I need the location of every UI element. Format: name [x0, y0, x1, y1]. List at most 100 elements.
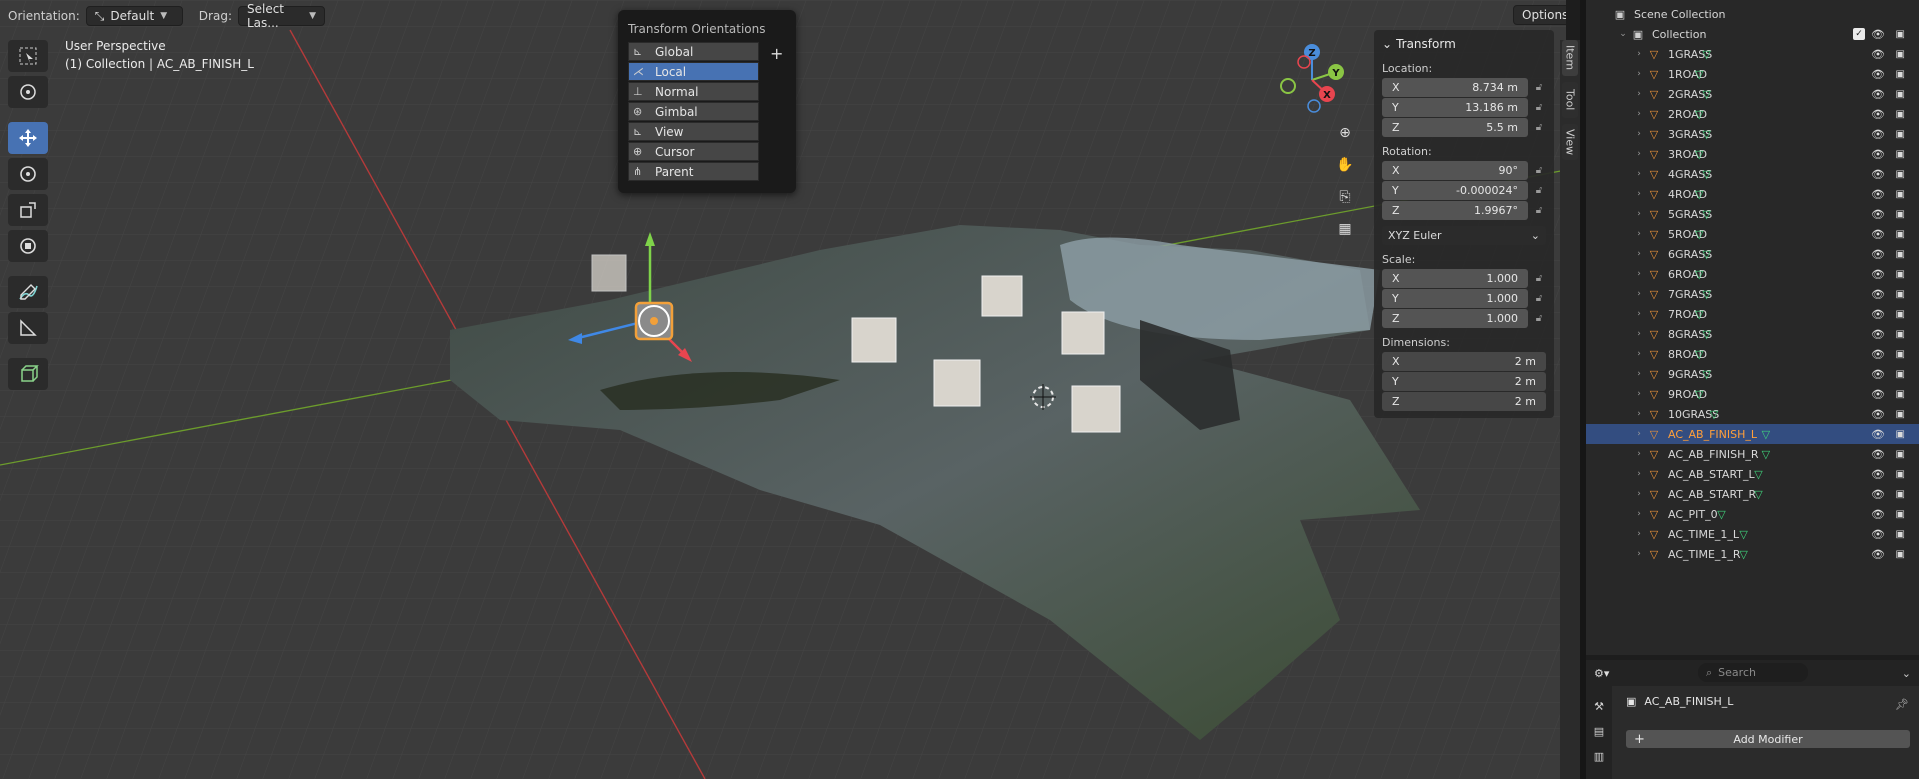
outliner-item[interactable]: › ▽ 2ROAD ▽ 👁︎ ▣: [1586, 104, 1919, 124]
search-input[interactable]: ⌕ Search: [1698, 663, 1808, 682]
mesh-data-icon[interactable]: ▽: [1695, 268, 1703, 281]
chevron-right-icon[interactable]: ›: [1632, 529, 1646, 539]
measure-icon[interactable]: [8, 312, 48, 344]
eye-icon[interactable]: 👁︎: [1871, 108, 1885, 121]
mesh-data-icon[interactable]: ▽: [1695, 108, 1703, 121]
mesh-data-icon[interactable]: ▽: [1754, 468, 1762, 481]
eye-icon[interactable]: 👁︎: [1871, 428, 1885, 441]
collection-row[interactable]: ⌄ ▣ Collection ✓ 👁︎ ▣: [1586, 24, 1919, 44]
chevron-right-icon[interactable]: ›: [1632, 69, 1646, 79]
camera-icon[interactable]: ▣: [1896, 449, 1905, 460]
camera-icon[interactable]: ▣: [1896, 429, 1905, 440]
3d-viewport[interactable]: Orientation: ⤡ Default ▼ Drag: Select La…: [0, 0, 1566, 779]
camera-icon[interactable]: ▣: [1896, 209, 1905, 220]
orientation-view[interactable]: ⊾ View: [628, 122, 759, 141]
orientation-cursor[interactable]: ⊕ Cursor: [628, 142, 759, 161]
chevron-right-icon[interactable]: ›: [1632, 469, 1646, 479]
camera-icon[interactable]: ▣: [1896, 109, 1905, 120]
eye-icon[interactable]: 👁︎: [1871, 148, 1885, 161]
outliner-item[interactable]: › ▽ 2GRASS ▽ 👁︎ ▣: [1586, 84, 1919, 104]
outliner-item[interactable]: › ▽ AC_AB_FINISH_R ▽ 👁︎ ▣: [1586, 444, 1919, 464]
chevron-right-icon[interactable]: ›: [1632, 129, 1646, 139]
outliner-item[interactable]: › ▽ 4ROAD ▽ 👁︎ ▣: [1586, 184, 1919, 204]
eye-icon[interactable]: 👁︎: [1871, 488, 1885, 501]
outliner-item[interactable]: › ▽ 4GRASS ▽ 👁︎ ▣: [1586, 164, 1919, 184]
mesh-data-icon[interactable]: ▽: [1717, 508, 1725, 521]
mesh-data-icon[interactable]: ▽: [1702, 208, 1710, 221]
outliner-item[interactable]: › ▽ 5GRASS ▽ 👁︎ ▣: [1586, 204, 1919, 224]
eye-icon[interactable]: 👁︎: [1871, 248, 1885, 261]
eye-icon[interactable]: 👁︎: [1871, 328, 1885, 341]
camera-icon[interactable]: ▣: [1896, 489, 1905, 500]
orientation-normal[interactable]: ⊥ Normal: [628, 82, 759, 101]
perspective-grid-icon[interactable]: ▦: [1330, 214, 1360, 244]
mesh-data-icon[interactable]: ▽: [1695, 68, 1703, 81]
mesh-data-icon[interactable]: ▽: [1739, 528, 1747, 541]
orientation-gimbal[interactable]: ⊛ Gimbal: [628, 102, 759, 121]
scale-icon[interactable]: [8, 194, 48, 226]
lock-icon[interactable]: 🔓︎: [1532, 102, 1546, 113]
eye-icon[interactable]: 👁︎: [1871, 308, 1885, 321]
chevron-right-icon[interactable]: ›: [1632, 389, 1646, 399]
mesh-data-icon[interactable]: ▽: [1702, 88, 1710, 101]
camera-view-icon[interactable]: ⎘: [1330, 182, 1360, 212]
camera-icon[interactable]: ▣: [1896, 229, 1905, 240]
outliner-item[interactable]: › ▽ 6GRASS ▽ 👁︎ ▣: [1586, 244, 1919, 264]
outliner-item[interactable]: › ▽ 7GRASS ▽ 👁︎ ▣: [1586, 284, 1919, 304]
eye-icon[interactable]: 👁︎: [1871, 408, 1885, 421]
eye-icon[interactable]: 👁︎: [1871, 548, 1885, 561]
orientation-dropdown[interactable]: ⤡ Default ▼: [85, 6, 183, 26]
eye-icon[interactable]: 👁︎: [1871, 508, 1885, 521]
orientation-local[interactable]: ⋌ Local: [628, 62, 759, 81]
chevron-right-icon[interactable]: ›: [1632, 149, 1646, 159]
camera-icon[interactable]: ▣: [1896, 69, 1905, 80]
location-y-field[interactable]: Y 13.186 m: [1382, 98, 1528, 117]
mesh-data-icon[interactable]: ▽: [1695, 348, 1703, 361]
eye-icon[interactable]: 👁︎: [1871, 348, 1885, 361]
mesh-data-icon[interactable]: ▽: [1702, 248, 1710, 261]
chevron-right-icon[interactable]: ›: [1632, 49, 1646, 59]
location-x-field[interactable]: X 8.734 m: [1382, 78, 1528, 97]
add-cube-icon[interactable]: [8, 358, 48, 390]
mesh-data-icon[interactable]: ▽: [1702, 48, 1710, 61]
checkbox-icon[interactable]: ✓: [1853, 28, 1865, 40]
eye-icon[interactable]: 👁︎: [1871, 28, 1885, 41]
outliner-item[interactable]: › ▽ 1GRASS ▽ 👁︎ ▣: [1586, 44, 1919, 64]
lock-icon[interactable]: 🔓︎: [1532, 293, 1546, 304]
lock-icon[interactable]: 🔓︎: [1532, 82, 1546, 93]
tool-icon[interactable]: ⚒: [1594, 700, 1604, 713]
add-orientation-button[interactable]: +: [770, 44, 783, 63]
drag-dropdown[interactable]: Select Las... ▼: [237, 2, 325, 30]
eye-icon[interactable]: 👁︎: [1871, 188, 1885, 201]
camera-icon[interactable]: ▣: [1896, 169, 1905, 180]
camera-icon[interactable]: ▣: [1896, 129, 1905, 140]
tab-tool[interactable]: Tool: [1562, 82, 1578, 118]
eye-icon[interactable]: 👁︎: [1871, 388, 1885, 401]
camera-icon[interactable]: ▣: [1896, 149, 1905, 160]
lock-icon[interactable]: 🔓︎: [1532, 185, 1546, 196]
pin-icon[interactable]: 📌︎: [1895, 698, 1909, 711]
outliner-item[interactable]: › ▽ AC_AB_FINISH_L ▽ 👁︎ ▣: [1586, 424, 1919, 444]
mesh-data-icon[interactable]: ▽: [1695, 388, 1703, 401]
lock-icon[interactable]: 🔓︎: [1532, 313, 1546, 324]
rotation-mode-dropdown[interactable]: XYZ Euler ⌄: [1382, 226, 1546, 245]
outliner-item[interactable]: › ▽ 1ROAD ▽ 👁︎ ▣: [1586, 64, 1919, 84]
chevron-right-icon[interactable]: ›: [1632, 229, 1646, 239]
eye-icon[interactable]: 👁︎: [1871, 68, 1885, 81]
annotate-icon[interactable]: [8, 276, 48, 308]
eye-icon[interactable]: 👁︎: [1871, 468, 1885, 481]
scale-x-field[interactable]: X 1.000: [1382, 269, 1528, 288]
camera-icon[interactable]: ▣: [1896, 469, 1905, 480]
outliner-item[interactable]: › ▽ 9ROAD ▽ 👁︎ ▣: [1586, 384, 1919, 404]
chevron-right-icon[interactable]: ›: [1632, 249, 1646, 259]
chevron-right-icon[interactable]: ›: [1632, 89, 1646, 99]
eye-icon[interactable]: 👁︎: [1871, 208, 1885, 221]
eye-icon[interactable]: 👁︎: [1871, 168, 1885, 181]
mesh-data-icon[interactable]: ▽: [1754, 488, 1762, 501]
mesh-data-icon[interactable]: ▽: [1739, 548, 1747, 561]
mesh-data-icon[interactable]: ▽: [1702, 368, 1710, 381]
chevron-right-icon[interactable]: ›: [1632, 549, 1646, 559]
move-icon[interactable]: [8, 122, 48, 154]
camera-icon[interactable]: ▣: [1896, 329, 1905, 340]
eye-icon[interactable]: 👁︎: [1871, 48, 1885, 61]
